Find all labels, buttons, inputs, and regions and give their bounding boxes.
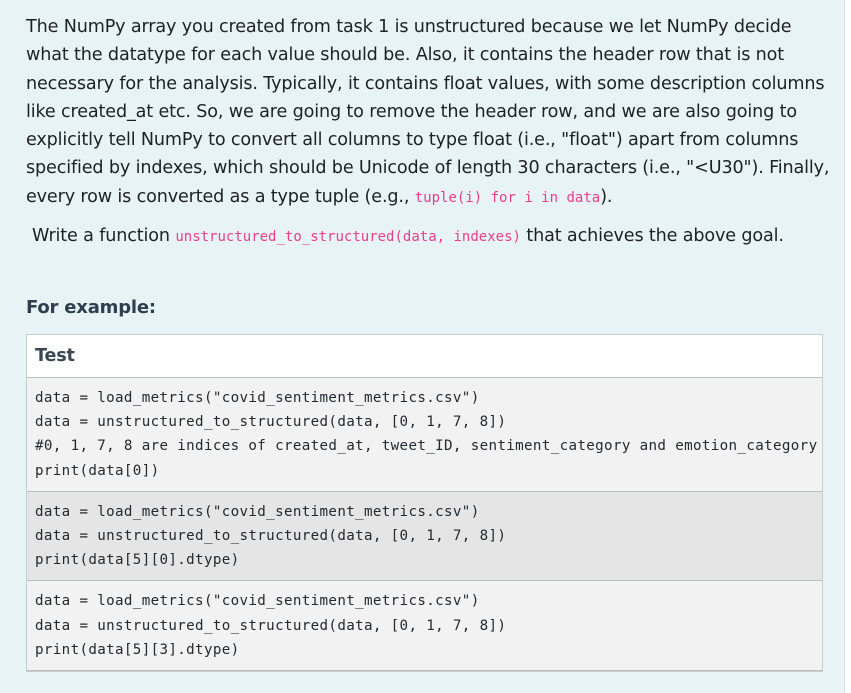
code-line: print(data[5][3].dtype) (35, 641, 240, 658)
function-signature-code: unstructured_to_structured(data, indexes… (175, 229, 521, 245)
tuple-inline-code: tuple(i) for i in data (414, 189, 601, 206)
code-comment-line: #0, 1, 7, 8 are indices of created_at, t… (35, 438, 818, 455)
task-description-paragraph: The NumPy array you created from task 1 … (26, 13, 831, 212)
task-prefix: Write a function (32, 226, 176, 246)
test-column-header: Test (27, 335, 822, 378)
code-line: print(data[0]) (35, 462, 160, 479)
description-text: The NumPy array you created from task 1 … (26, 17, 830, 207)
task-suffix: that achieves the above goal. (520, 226, 784, 246)
code-line: data = unstructured_to_structured(data, … (35, 414, 507, 431)
example-heading: For example: (26, 297, 156, 318)
code-line: data = load_metrics("covid_sentiment_met… (35, 593, 480, 610)
code-line: data = unstructured_to_structured(data, … (35, 617, 507, 634)
code-line: data = load_metrics("covid_sentiment_met… (35, 390, 480, 406)
code-line: print(data[5][0].dtype) (35, 552, 240, 569)
code-line: data = load_metrics("covid_sentiment_met… (35, 503, 480, 520)
test-case-row: data = load_metrics("covid_sentiment_met… (27, 491, 822, 582)
test-case-row: data = load_metrics("covid_sentiment_met… (27, 378, 822, 492)
question-text-panel: The NumPy array you created from task 1 … (0, 0, 845, 693)
description-end: ). (600, 186, 613, 207)
test-case-row: data = load_metrics("covid_sentiment_met… (27, 581, 822, 672)
task-instruction: Write a function unstructured_to_structu… (32, 222, 832, 251)
example-test-table: Test data = load_metrics("covid_sentimen… (26, 334, 823, 673)
code-line: data = unstructured_to_structured(data, … (35, 528, 507, 545)
